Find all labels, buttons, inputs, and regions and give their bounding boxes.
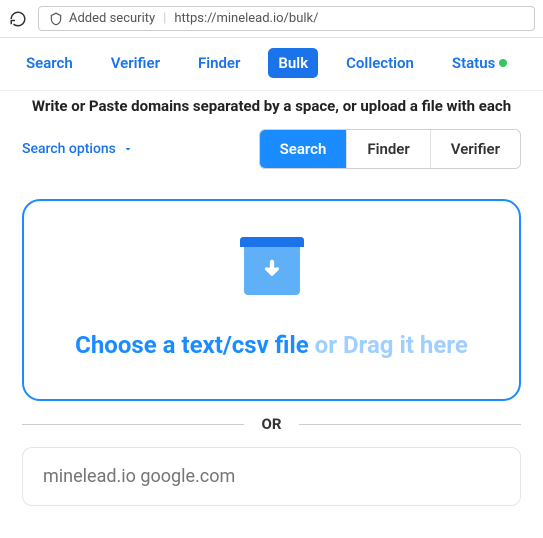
url-separator: | bbox=[163, 11, 166, 26]
shield-icon bbox=[49, 12, 63, 26]
url-input[interactable]: Added security | https://minelead.io/bul… bbox=[38, 6, 535, 31]
nav-tab-verifier[interactable]: Verifier bbox=[101, 48, 170, 78]
dropzone-drag-text: or Drag it here bbox=[309, 331, 468, 359]
mode-selector: Search Finder Verifier bbox=[259, 129, 521, 169]
divider-line-left bbox=[22, 424, 244, 425]
file-dropzone[interactable]: Choose a text/csv file or Drag it here bbox=[22, 199, 521, 401]
search-options-toggle[interactable]: Search options bbox=[22, 141, 134, 157]
search-options-label: Search options bbox=[22, 141, 116, 157]
main-nav: Search Verifier Finder Bulk Collection S… bbox=[0, 38, 543, 91]
mode-pill-finder[interactable]: Finder bbox=[347, 130, 430, 168]
nav-tab-status-label: Status bbox=[452, 54, 495, 72]
mode-pill-verifier[interactable]: Verifier bbox=[431, 130, 520, 168]
dropzone-choose-text: Choose a text/csv file bbox=[75, 331, 309, 359]
or-divider: OR bbox=[22, 415, 521, 433]
instruction-text: Write or Paste domains separated by a sp… bbox=[22, 97, 521, 115]
divider-line-right bbox=[299, 424, 521, 425]
options-row: Search options Search Finder Verifier bbox=[22, 129, 521, 169]
status-dot-icon bbox=[499, 59, 507, 67]
main-content: Write or Paste domains separated by a sp… bbox=[0, 97, 543, 506]
nav-tab-bulk[interactable]: Bulk bbox=[268, 48, 318, 78]
or-label: OR bbox=[262, 415, 282, 433]
nav-tab-finder[interactable]: Finder bbox=[188, 48, 250, 78]
browser-address-bar: Added security | https://minelead.io/bul… bbox=[0, 0, 543, 38]
nav-tab-search[interactable]: Search bbox=[16, 48, 83, 78]
domains-input[interactable] bbox=[22, 447, 521, 506]
security-label: Added security bbox=[69, 11, 155, 26]
reload-icon[interactable] bbox=[8, 9, 28, 29]
nav-tab-collection[interactable]: Collection bbox=[336, 48, 424, 78]
nav-tab-status[interactable]: Status bbox=[442, 48, 517, 78]
dropzone-text: Choose a text/csv file or Drag it here bbox=[44, 331, 499, 359]
url-text: https://minelead.io/bulk/ bbox=[174, 11, 318, 26]
mode-pill-search[interactable]: Search bbox=[260, 130, 348, 168]
inbox-download-icon bbox=[240, 237, 304, 295]
nav-tab-api[interactable]: API bbox=[535, 48, 543, 78]
security-badge: Added security bbox=[49, 11, 155, 26]
arrow-down-icon bbox=[259, 258, 285, 284]
chevron-down-icon bbox=[122, 143, 134, 155]
